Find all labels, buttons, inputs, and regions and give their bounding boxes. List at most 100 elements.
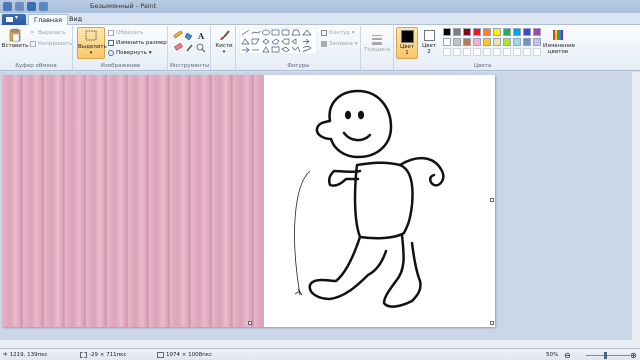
resize-button[interactable]: Изменить размер — [108, 40, 167, 46]
outline-button[interactable]: Контур ▾ — [321, 30, 355, 36]
selection-icon — [80, 352, 87, 358]
size-label: Толщина — [364, 47, 390, 53]
colors-group-label: Цвета — [473, 63, 492, 69]
rotate-icon — [108, 50, 114, 56]
drawing-canvas[interactable] — [2, 75, 495, 327]
shapes-group: Контур ▾ Заливка ▾ Фигуры — [237, 26, 361, 70]
image-size-icon — [157, 352, 164, 358]
ribbon: Вставить ✂ Вырезать Копировать Буфер обм… — [0, 25, 640, 71]
color-swatch[interactable] — [453, 38, 461, 46]
color-swatch[interactable] — [473, 28, 481, 36]
color-swatch[interactable] — [443, 28, 451, 36]
color-swatch[interactable] — [463, 28, 471, 36]
pink-wood-texture-image — [2, 75, 264, 327]
resize-handle-corner[interactable] — [490, 321, 494, 325]
color-swatch[interactable] — [513, 38, 521, 46]
copy-label: Копировать — [38, 41, 73, 47]
color-swatch[interactable] — [463, 38, 471, 46]
save-icon[interactable] — [15, 2, 24, 11]
pencil-icon — [173, 31, 184, 39]
color-swatch[interactable] — [513, 28, 521, 36]
fill-label: Заливка — [329, 41, 353, 47]
resize-handle-bottom[interactable] — [248, 321, 252, 325]
custom-color-swatch[interactable] — [443, 48, 451, 56]
crop-button[interactable]: Обрезать — [108, 30, 143, 36]
color-swatch[interactable] — [503, 38, 511, 46]
vertical-scrollbar[interactable] — [632, 72, 640, 348]
brushes-button[interactable]: Кисти ▾ — [210, 27, 238, 59]
tab-home[interactable]: Главная — [28, 14, 69, 25]
size-button[interactable]: Толщина — [363, 31, 391, 63]
color-swatch[interactable] — [533, 28, 541, 36]
text-icon: A — [197, 31, 205, 41]
file-menu-button[interactable] — [2, 14, 26, 25]
horizontal-scrollbar[interactable] — [0, 340, 632, 348]
color-swatch[interactable] — [503, 28, 511, 36]
color-swatch[interactable] — [473, 38, 481, 46]
color-swatch[interactable] — [493, 28, 501, 36]
brush-icon — [220, 30, 230, 40]
colors-group: Цвет 1 Цвет 2 Изменение цветов Цвета — [395, 26, 576, 70]
fill-dropdown-icon: ▾ — [354, 41, 358, 47]
color-swatch[interactable] — [443, 38, 451, 46]
zoom-level: 50% — [546, 352, 558, 358]
select-dropdown-icon: ▾ — [89, 50, 93, 56]
size-group: Толщина — [362, 26, 394, 70]
color-swatch[interactable] — [483, 28, 491, 36]
resize-handle-right[interactable] — [490, 198, 494, 202]
edit-colors-label: Изменение цветов — [543, 43, 576, 55]
image-group: Выделить ▾ Обрезать Изменить размер Пове… — [74, 26, 168, 70]
color1-button[interactable]: Цвет 1 — [396, 27, 418, 59]
color-swatch[interactable] — [453, 28, 461, 36]
fill-button[interactable]: Заливка ▾ — [321, 41, 358, 47]
tools-group: A Инструменты — [169, 26, 211, 70]
custom-color-swatch[interactable] — [453, 48, 461, 56]
custom-color-swatch[interactable] — [523, 48, 531, 56]
color-swatch[interactable] — [523, 28, 531, 36]
custom-color-swatch[interactable] — [473, 48, 481, 56]
edit-colors-button[interactable]: Изменение цветов — [543, 27, 576, 59]
zoom-slider-track[interactable] — [586, 355, 630, 356]
copy-button[interactable]: Копировать — [30, 41, 72, 47]
custom-color-swatch[interactable] — [533, 48, 541, 56]
paste-button[interactable]: Вставить — [1, 27, 29, 59]
svg-text:A: A — [197, 31, 205, 41]
crop-icon — [108, 30, 114, 36]
tools-icons: A — [173, 31, 206, 53]
zoom-out-button[interactable]: ⊖ — [564, 351, 571, 360]
brushes-dropdown-icon: ▾ — [222, 49, 226, 55]
paint-app-icon[interactable] — [3, 2, 12, 11]
paste-icon — [9, 28, 21, 42]
crop-label: Обрезать — [116, 30, 144, 36]
color-swatch[interactable] — [493, 38, 501, 46]
redo-icon[interactable] — [39, 2, 48, 11]
custom-color-swatch[interactable] — [503, 48, 511, 56]
custom-color-swatch[interactable] — [513, 48, 521, 56]
shapes-group-label: Фигуры — [287, 63, 310, 69]
select-button[interactable]: Выделить ▾ — [77, 27, 107, 59]
zoom-slider-thumb[interactable] — [604, 352, 607, 359]
undo-icon[interactable] — [27, 2, 36, 11]
tab-view[interactable]: Вид — [64, 14, 87, 25]
custom-color-swatch[interactable] — [463, 48, 471, 56]
zoom-in-button[interactable]: ⊕ — [630, 351, 637, 360]
paste-label: Вставить — [1, 43, 29, 49]
color-swatch[interactable] — [523, 38, 531, 46]
custom-color-swatch[interactable] — [483, 48, 491, 56]
eraser-icon — [174, 42, 183, 51]
cut-button[interactable]: ✂ Вырезать — [30, 30, 66, 36]
walking-man-drawing — [294, 89, 445, 308]
custom-color-swatch[interactable] — [493, 48, 501, 56]
color-swatch[interactable] — [483, 38, 491, 46]
fill-bucket-icon — [321, 41, 327, 47]
rotate-button[interactable]: Повернуть ▾ — [108, 50, 152, 56]
image-size: 1974 × 1008пкс — [157, 352, 212, 358]
fill-icon — [184, 32, 193, 41]
quick-access-toolbar — [3, 2, 48, 11]
magnifier-icon — [196, 43, 206, 53]
color1-swatch — [400, 30, 414, 43]
outline-dropdown-icon: ▾ — [351, 30, 355, 36]
color-swatch[interactable] — [533, 38, 541, 46]
color2-button[interactable]: Цвет 2 — [419, 27, 439, 59]
shapes-gallery[interactable] — [239, 28, 317, 54]
